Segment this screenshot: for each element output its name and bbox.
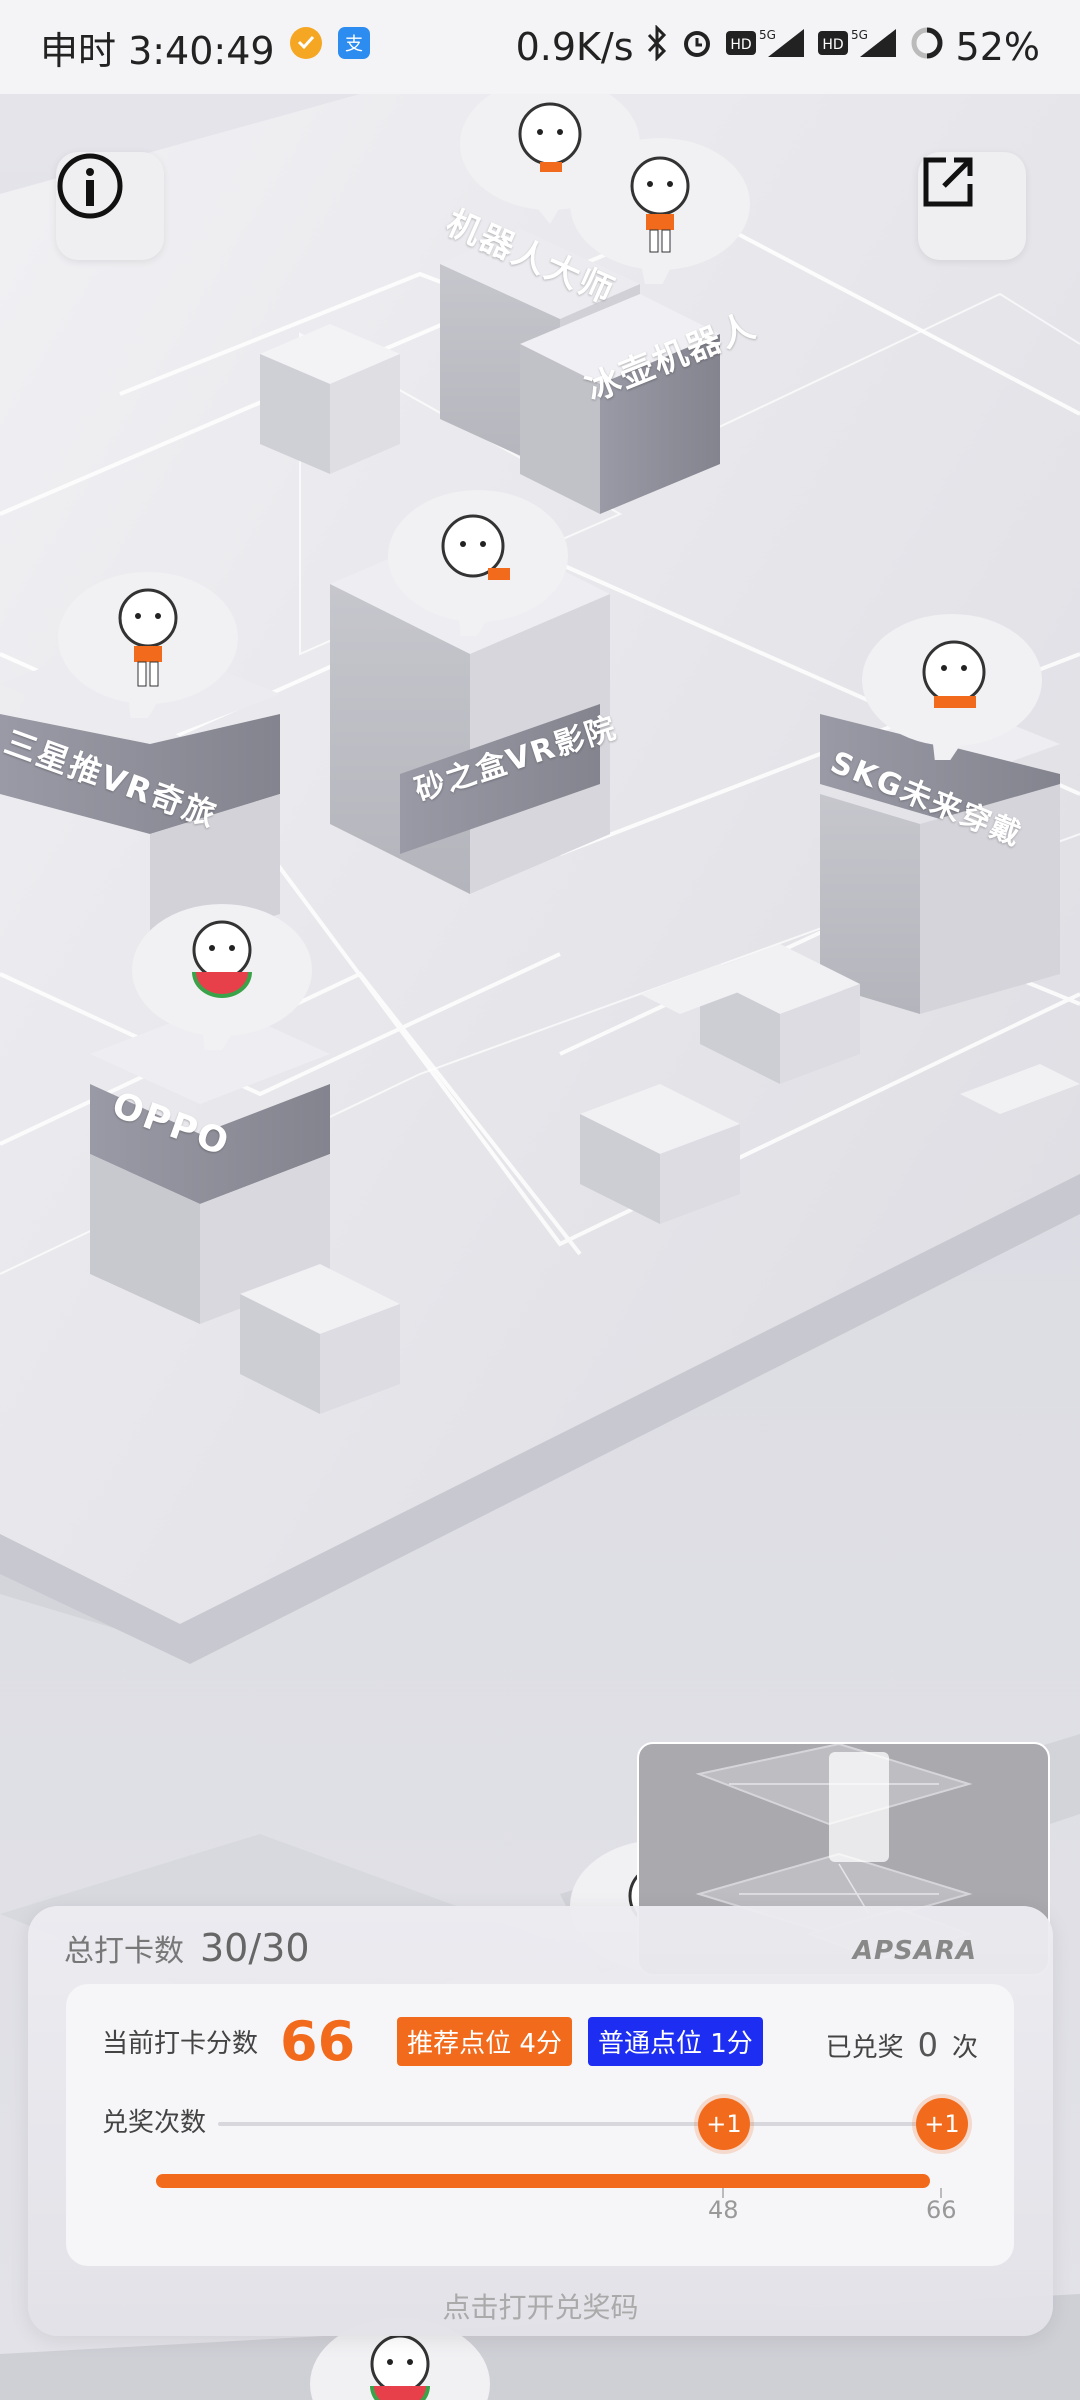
redeem-times-label: 兑奖次数 — [102, 2108, 207, 2138]
info-button[interactable] — [56, 152, 164, 260]
open-redeem-code-link[interactable]: 点击打开兑奖码 — [28, 2286, 1053, 2326]
net-speed: 0.9K/s — [515, 25, 634, 69]
svg-text:HD: HD — [730, 37, 751, 53]
redeem-bonus-marker[interactable]: +1 — [698, 2098, 750, 2150]
redeemed-label: 已兑奖 — [825, 2033, 904, 2063]
redeemed-value: 0 — [917, 2026, 938, 2064]
redeemed-unit: 次 — [951, 2033, 978, 2063]
total-checkins-value: 30/30 — [200, 1926, 310, 1970]
minimap-viewport[interactable] — [829, 1752, 889, 1862]
brand-logo: APSARA — [852, 1936, 977, 1966]
svg-text:支: 支 — [345, 34, 363, 55]
total-checkins: 总打卡数 30/30 — [64, 1926, 310, 1970]
normal-point-tag: 普通点位 1分 — [587, 2017, 763, 2066]
battery-icon — [910, 25, 944, 69]
share-button[interactable] — [918, 152, 1026, 260]
recommended-point-tag: 推荐点位 4分 — [397, 2017, 572, 2066]
battery-level: 52% — [955, 25, 1040, 69]
checkin-panel: 总打卡数 30/30 APSARA 当前打卡分数 66 推荐点位 4分 普通点位… — [28, 1906, 1053, 2336]
checkin-marker[interactable] — [862, 610, 1042, 760]
signal-hd-5g-icon: HD 5G — [725, 25, 806, 70]
status-time: 申时 3:40:49 — [40, 28, 275, 73]
alarm-icon — [680, 25, 714, 69]
checkin-marker[interactable] — [58, 568, 238, 718]
score-card: 当前打卡分数 66 推荐点位 4分 普通点位 1分 已兑奖 0 次 兑奖次数 +… — [66, 1984, 1014, 2266]
alipay-icon: 支 — [337, 25, 371, 69]
health-icon — [289, 25, 323, 69]
score-value: 66 — [280, 2010, 356, 2073]
signal-hd-5g-icon-2: HD 5G — [817, 25, 898, 70]
redeemed-count: 已兑奖 0 次 — [826, 2026, 978, 2064]
svg-text:5G: 5G — [851, 28, 868, 42]
score-label: 当前打卡分数 — [102, 2029, 259, 2059]
svg-text:5G: 5G — [759, 28, 776, 42]
tick-label: 48 — [708, 2196, 739, 2224]
checkin-marker[interactable] — [570, 134, 750, 284]
redeem-bonus-marker[interactable]: +1 — [916, 2098, 968, 2150]
redeem-track — [218, 2122, 938, 2126]
score-progress-bar — [156, 2174, 930, 2188]
svg-text:HD: HD — [822, 37, 843, 53]
status-bar: 申时 3:40:49 支 0.9K/s HD 5G HD 5G 52% — [0, 0, 1080, 94]
total-checkins-label: 总打卡数 — [64, 1934, 184, 1969]
checkin-marker[interactable] — [388, 486, 568, 636]
tick-label: 66 — [926, 2196, 957, 2224]
bluetooth-icon — [646, 23, 668, 70]
checkin-marker-recommended[interactable] — [132, 900, 312, 1050]
